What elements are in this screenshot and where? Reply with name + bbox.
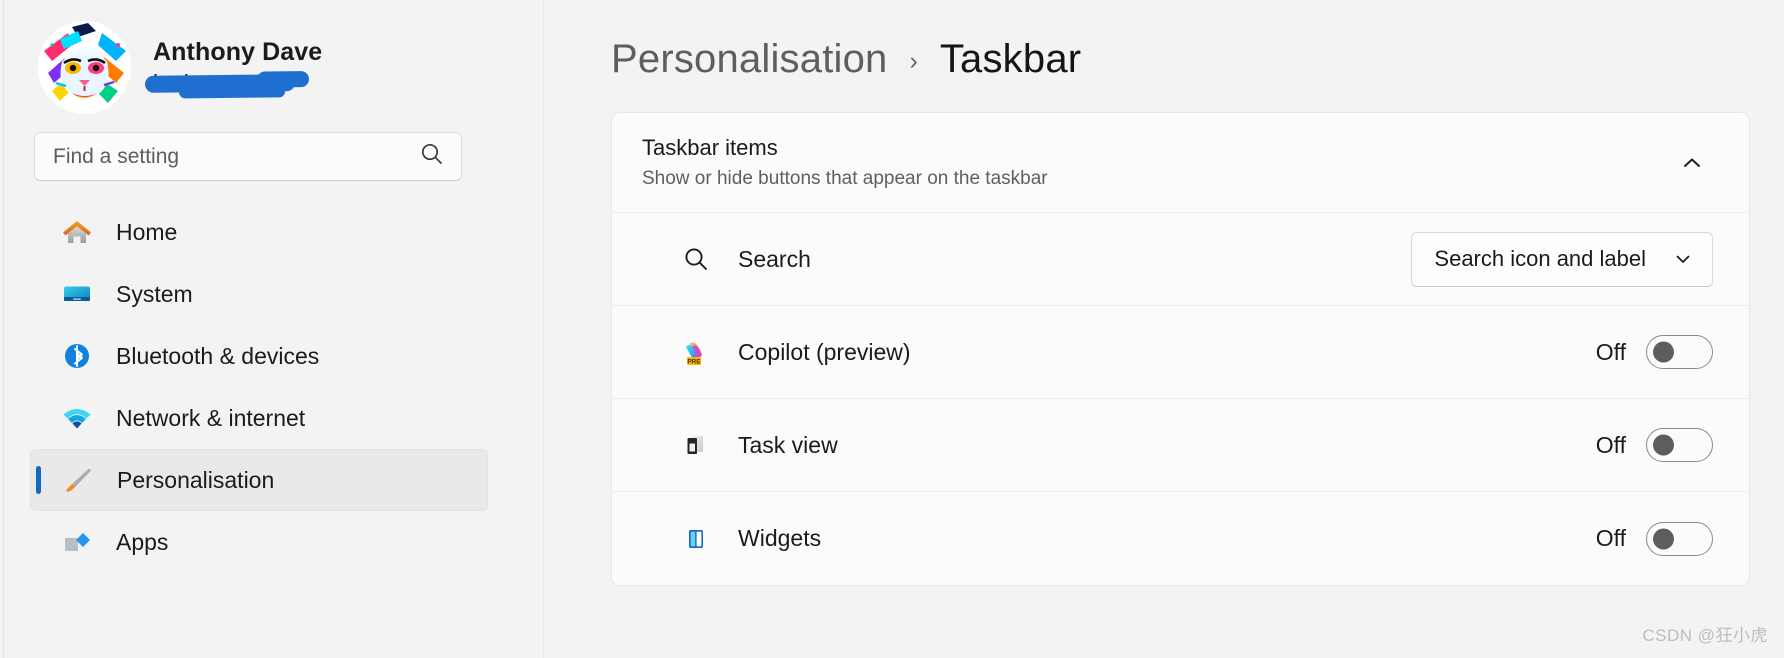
toggle-state-label: Off [1595, 525, 1626, 551]
account-name: Anthony Dave [153, 37, 323, 66]
account-email: look.com [144, 69, 322, 98]
copilot-toggle-group: Off [1596, 335, 1713, 369]
chevron-up-icon[interactable] [1671, 142, 1713, 184]
search-input[interactable] [53, 144, 411, 169]
sidebar-item-label: Personalisation [117, 466, 275, 493]
toggle-knob [1653, 341, 1674, 363]
sidebar-nav: Home System Bluetooth & devices Network … [30, 201, 488, 573]
sidebar-item-bluetooth-devices[interactable]: Bluetooth & devices [30, 325, 488, 387]
sidebar-item-personalisation[interactable]: Personalisation [30, 449, 488, 511]
system-monitor-icon [60, 277, 94, 311]
card-title: Taskbar items [642, 135, 778, 160]
task-view-toggle[interactable] [1646, 428, 1713, 462]
sidebar: Anthony Dave look.com [4, 0, 544, 658]
sidebar-item-label: System [116, 280, 193, 307]
sidebar-item-label: Apps [116, 528, 169, 555]
page-title: Taskbar [939, 36, 1082, 81]
card-subtitle: Show or hide buttons that appear on the … [642, 168, 1048, 189]
redaction-marker [144, 73, 296, 93]
account-block[interactable]: Anthony Dave look.com [30, 0, 543, 114]
sidebar-item-apps[interactable]: Apps [30, 511, 488, 573]
sidebar-item-label: Bluetooth & devices [116, 342, 320, 369]
setting-row-label: Task view [738, 431, 838, 458]
toggle-knob [1653, 528, 1674, 549]
copilot-icon: PRE [680, 336, 712, 368]
widgets-toggle[interactable] [1646, 521, 1713, 556]
setting-row-task-view: Task view Off [612, 399, 1749, 492]
apps-icon [60, 525, 94, 559]
chevron-right-icon: › [909, 46, 918, 75]
setting-row-copilot: PRE Copilot (preview) Off [612, 306, 1749, 399]
card-header[interactable]: Taskbar items Show or hide buttons that … [612, 113, 1749, 213]
sidebar-item-home[interactable]: Home [30, 201, 488, 263]
paintbrush-icon [61, 463, 95, 497]
dropdown-selected-value: Search icon and label [1434, 246, 1646, 271]
toggle-state-label: Off [1595, 431, 1626, 458]
taskbar-items-card: Taskbar items Show or hide buttons that … [611, 112, 1750, 586]
copilot-toggle[interactable] [1646, 335, 1713, 369]
sidebar-item-network-internet[interactable]: Network & internet [30, 387, 488, 449]
settings-window: Anthony Dave look.com [0, 0, 1784, 658]
search-mode-dropdown[interactable]: Search icon and label [1411, 231, 1713, 287]
search-icon[interactable] [419, 141, 445, 172]
sidebar-item-system[interactable]: System [30, 263, 488, 325]
toggle-state-label: Off [1595, 338, 1626, 365]
wifi-icon [60, 401, 94, 435]
breadcrumb-parent[interactable]: Personalisation [611, 37, 888, 82]
widgets-icon [680, 523, 712, 555]
setting-row-label: Search [738, 245, 811, 272]
sidebar-item-label: Home [116, 218, 178, 245]
avatar[interactable] [38, 20, 131, 114]
search-icon [680, 243, 712, 275]
svg-text:PRE: PRE [687, 358, 701, 365]
search-setting-box[interactable] [34, 132, 462, 181]
setting-row-widgets: Widgets Off [612, 492, 1749, 585]
sidebar-item-label: Network & internet [116, 404, 306, 431]
setting-row-label: Widgets [738, 525, 822, 551]
watermark: CSDN @狂小虎 [1642, 626, 1768, 645]
breadcrumb: Personalisation › Taskbar [611, 24, 1784, 94]
main-content: Personalisation › Taskbar Taskbar items … [544, 0, 1784, 658]
setting-row-search: Search Search icon and label [612, 213, 1749, 306]
task-view-icon [680, 429, 712, 461]
home-icon [60, 215, 94, 249]
bluetooth-icon [60, 339, 94, 373]
setting-row-label: Copilot (preview) [738, 338, 911, 365]
widgets-toggle-group: Off [1595, 521, 1713, 556]
chevron-down-icon [1672, 248, 1694, 270]
task-view-toggle-group: Off [1596, 428, 1713, 462]
toggle-knob [1653, 434, 1674, 456]
